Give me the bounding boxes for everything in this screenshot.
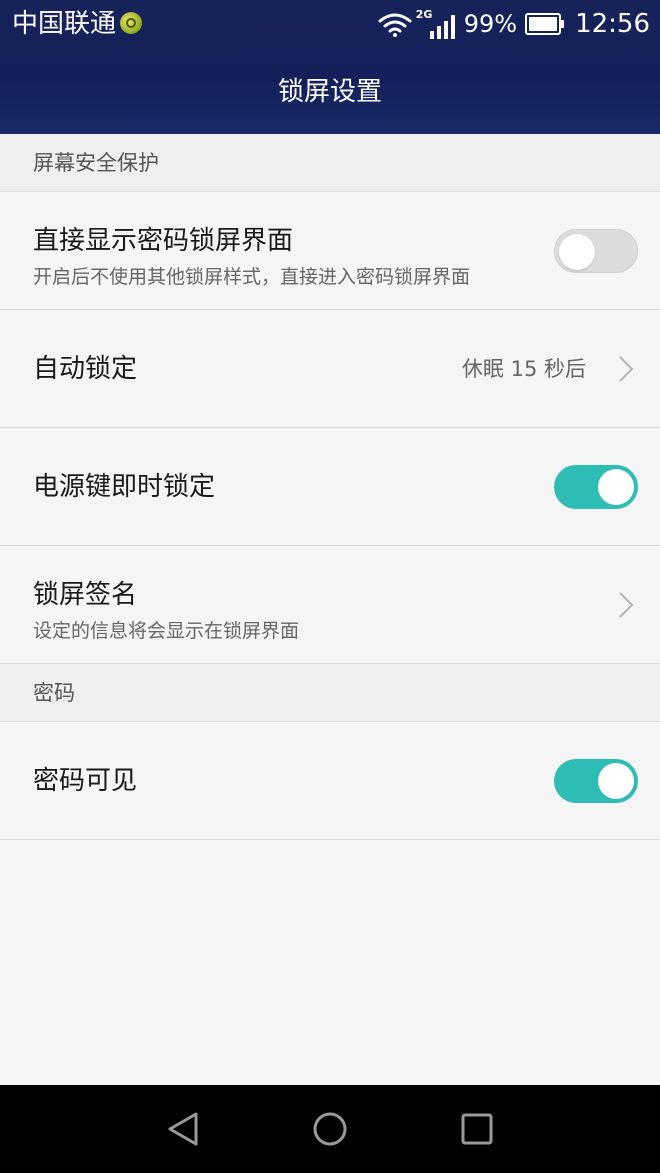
battery-icon	[525, 13, 565, 35]
setting-show-password-lock-screen[interactable]: 直接显示密码锁屏界面 开启后不使用其他锁屏样式，直接进入密码锁屏界面	[0, 192, 660, 310]
setting-subtitle: 设定的信息将会显示在锁屏界面	[33, 620, 300, 642]
setting-password-visible[interactable]: 密码可见	[0, 722, 660, 840]
setting-title: 电源键即时锁定	[33, 472, 216, 502]
settings-list: 屏幕安全保护 直接显示密码锁屏界面 开启后不使用其他锁屏样式，直接进入密码锁屏界…	[0, 134, 660, 840]
status-bar: 中国联通 2G 99% 12:56	[0, 0, 660, 48]
toggle-knob	[598, 468, 634, 505]
status-icons: 2G 99% 12:56	[378, 6, 650, 42]
setting-subtitle: 开启后不使用其他锁屏样式，直接进入密码锁屏界面	[33, 266, 471, 288]
carrier-name: 中国联通	[12, 9, 117, 39]
chevron-right-icon	[619, 355, 634, 382]
section-header-screen-security: 屏幕安全保护	[0, 134, 660, 192]
setting-power-key-instant-lock[interactable]: 电源键即时锁定	[0, 428, 660, 546]
back-icon[interactable]	[166, 1111, 202, 1147]
setting-auto-lock[interactable]: 自动锁定 休眠 15 秒后	[0, 310, 660, 428]
home-icon[interactable]	[312, 1111, 348, 1147]
toggle-switch[interactable]	[554, 464, 638, 509]
carrier-badge-icon	[120, 12, 142, 34]
toggle-switch[interactable]	[554, 228, 638, 273]
setting-title: 密码可见	[33, 766, 138, 796]
toggle-knob	[598, 762, 634, 799]
signal-indicator: 2G	[416, 8, 458, 39]
signal-icon	[429, 15, 455, 39]
navigation-bar	[0, 1085, 660, 1173]
page-title: 锁屏设置	[277, 77, 382, 107]
setting-title: 自动锁定	[33, 354, 138, 384]
toggle-switch[interactable]	[554, 758, 638, 803]
setting-lock-screen-signature[interactable]: 锁屏签名 设定的信息将会显示在锁屏界面	[0, 546, 660, 664]
chevron-right-icon	[619, 591, 634, 618]
toggle-knob	[559, 233, 595, 270]
top-bar: 中国联通 2G 99% 12:56 锁屏设置	[0, 0, 660, 134]
setting-value: 休眠 15 秒后	[461, 357, 586, 381]
battery-percent: 99%	[463, 10, 518, 38]
setting-title: 直接显示密码锁屏界面	[33, 226, 294, 256]
clock: 12:56	[575, 9, 650, 39]
setting-title: 锁屏签名	[33, 580, 138, 610]
recent-apps-icon[interactable]	[459, 1111, 495, 1147]
section-header-password: 密码	[0, 664, 660, 722]
wifi-icon	[378, 13, 412, 37]
